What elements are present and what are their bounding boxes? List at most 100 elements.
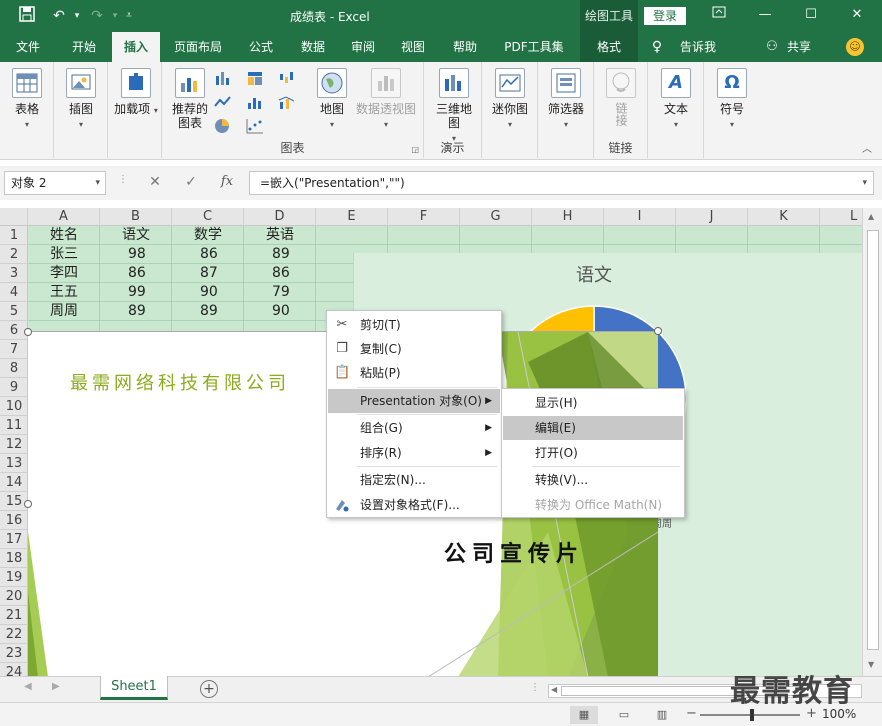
table-cell[interactable]: 86 xyxy=(272,264,290,283)
tab-split-grip-icon[interactable]: ⋮ xyxy=(530,682,540,693)
resize-handle[interactable] xyxy=(654,327,662,335)
submenu-item-edit[interactable]: 编辑(E) xyxy=(503,416,683,440)
sheet-tab-sheet1[interactable]: Sheet1 xyxy=(100,676,168,700)
collapse-ribbon-icon[interactable]: ︿ xyxy=(862,140,872,155)
table-cell[interactable]: 李四 xyxy=(50,264,78,283)
tab-formulas[interactable]: 公式 xyxy=(238,32,284,62)
statistic-chart-icon[interactable] xyxy=(246,94,264,110)
hierarchy-chart-icon[interactable] xyxy=(246,70,264,86)
scroll-down-icon[interactable]: ▼ xyxy=(868,660,874,669)
link-button[interactable]: 链接 xyxy=(602,68,640,129)
row-header[interactable]: 5 xyxy=(0,302,28,321)
column-header[interactable]: H xyxy=(532,208,604,226)
table-cell[interactable]: 89 xyxy=(200,302,218,321)
tab-data[interactable]: 数据 xyxy=(290,32,336,62)
tab-pdf-tools[interactable]: PDF工具集 xyxy=(494,32,574,62)
column-header[interactable]: B xyxy=(100,208,172,226)
row-header[interactable]: 2 xyxy=(0,245,28,264)
row-header[interactable]: 23 xyxy=(0,644,28,663)
normal-view-icon[interactable]: ▦ xyxy=(570,706,598,724)
text-button[interactable]: A 文本 ▾ xyxy=(654,68,698,132)
tab-home[interactable]: 开始 xyxy=(60,32,108,62)
addins-button[interactable]: 加载项 ▾ xyxy=(114,68,158,118)
save-icon[interactable] xyxy=(16,6,38,26)
row-header[interactable]: 9 xyxy=(0,378,28,397)
tab-help[interactable]: 帮助 xyxy=(442,32,488,62)
table-cell[interactable]: 79 xyxy=(272,283,290,302)
symbol-button[interactable]: Ω 符号 ▾ xyxy=(710,68,754,132)
table-cell[interactable]: 89 xyxy=(128,302,146,321)
row-header[interactable]: 24 xyxy=(0,663,28,676)
row-header[interactable]: 16 xyxy=(0,511,28,530)
formula-input[interactable]: =嵌入("Presentation","") ▾ xyxy=(249,171,874,195)
pie-chart-icon[interactable] xyxy=(214,118,232,134)
map-chart-button[interactable]: 地图 ▾ xyxy=(312,68,352,132)
row-header[interactable]: 10 xyxy=(0,397,28,416)
menu-item-copy[interactable]: ❐ 复制(C) xyxy=(328,337,500,361)
table-cell[interactable]: 周周 xyxy=(50,302,78,321)
row-header[interactable]: 20 xyxy=(0,587,28,606)
insert-function-icon[interactable]: fx xyxy=(216,174,238,189)
table-cell[interactable]: 89 xyxy=(272,245,290,264)
table-cell[interactable]: 张三 xyxy=(50,245,78,264)
combo-chart-icon[interactable] xyxy=(278,94,296,110)
column-chart-icon[interactable] xyxy=(214,70,232,86)
column-header[interactable]: J xyxy=(676,208,748,226)
row-header[interactable]: 12 xyxy=(0,435,28,454)
add-sheet-icon[interactable]: + xyxy=(200,680,218,698)
column-header[interactable]: E xyxy=(316,208,388,226)
share-button[interactable]: 共享 xyxy=(782,32,816,62)
tab-insert[interactable]: 插入 xyxy=(112,32,160,62)
prev-sheet-icon[interactable]: ◀ xyxy=(24,681,32,692)
menu-item-order[interactable]: 排序(R) ▶ xyxy=(328,441,500,465)
table-cell[interactable]: 86 xyxy=(128,264,146,283)
tell-me-box[interactable]: 告诉我 xyxy=(670,32,726,62)
close-icon[interactable]: ✕ xyxy=(842,4,872,26)
login-button[interactable]: 登录 xyxy=(644,7,686,25)
table-header-cell[interactable]: 姓名 xyxy=(50,226,78,245)
submenu-item-convert[interactable]: 转换(V)... xyxy=(503,468,683,492)
recommended-charts-button[interactable]: 推荐的图表 xyxy=(168,68,212,130)
sparkline-button[interactable]: 迷你图 ▾ xyxy=(488,68,532,132)
column-header[interactable]: I xyxy=(604,208,676,226)
vertical-scroll-thumb[interactable] xyxy=(867,230,879,650)
row-header[interactable]: 21 xyxy=(0,606,28,625)
resize-handle[interactable] xyxy=(24,500,32,508)
undo-dropdown-icon[interactable]: ▾ xyxy=(66,6,88,26)
name-box-dropdown-icon[interactable]: ▾ xyxy=(95,172,100,194)
line-chart-icon[interactable] xyxy=(214,94,232,110)
cancel-icon[interactable]: ✕ xyxy=(144,174,166,190)
table-cell[interactable]: 86 xyxy=(200,245,218,264)
column-header[interactable]: L xyxy=(820,208,862,226)
table-button[interactable]: 表格 ▾ xyxy=(6,68,48,132)
row-header[interactable]: 18 xyxy=(0,549,28,568)
row-header[interactable]: 8 xyxy=(0,359,28,378)
select-all-corner[interactable] xyxy=(0,208,28,226)
column-header[interactable]: A xyxy=(28,208,100,226)
table-cell[interactable]: 90 xyxy=(272,302,290,321)
scroll-left-icon[interactable]: ◀ xyxy=(551,685,557,694)
column-header[interactable]: C xyxy=(172,208,244,226)
table-cell[interactable]: 87 xyxy=(200,264,218,283)
page-layout-view-icon[interactable]: ▭ xyxy=(610,706,638,724)
table-cell[interactable]: 90 xyxy=(200,283,218,302)
row-header[interactable]: 7 xyxy=(0,340,28,359)
menu-item-cut[interactable]: ✂ 剪切(T) xyxy=(328,313,500,337)
feedback-smiley-icon[interactable]: ☺ xyxy=(846,38,864,56)
minimize-icon[interactable]: — xyxy=(750,4,780,26)
charts-dialog-launcher-icon[interactable]: ◲ xyxy=(411,145,419,154)
submenu-item-show[interactable]: 显示(H) xyxy=(503,391,683,415)
table-cell[interactable]: 王五 xyxy=(50,283,78,302)
zoom-slider-knob[interactable] xyxy=(750,709,754,721)
row-header[interactable]: 14 xyxy=(0,473,28,492)
row-header[interactable]: 19 xyxy=(0,568,28,587)
3d-map-button[interactable]: 三维地图 ▾ xyxy=(432,68,476,146)
table-cell[interactable]: 98 xyxy=(128,245,146,264)
tab-format[interactable]: 格式 xyxy=(580,32,638,62)
row-header[interactable]: 11 xyxy=(0,416,28,435)
row-header[interactable]: 13 xyxy=(0,454,28,473)
slicer-button[interactable]: 筛选器 ▾ xyxy=(544,68,588,132)
customize-quick-access-icon[interactable]: ⩡ xyxy=(118,6,140,26)
illustrations-button[interactable]: 插图 ▾ xyxy=(60,68,102,132)
column-header[interactable]: F xyxy=(388,208,460,226)
